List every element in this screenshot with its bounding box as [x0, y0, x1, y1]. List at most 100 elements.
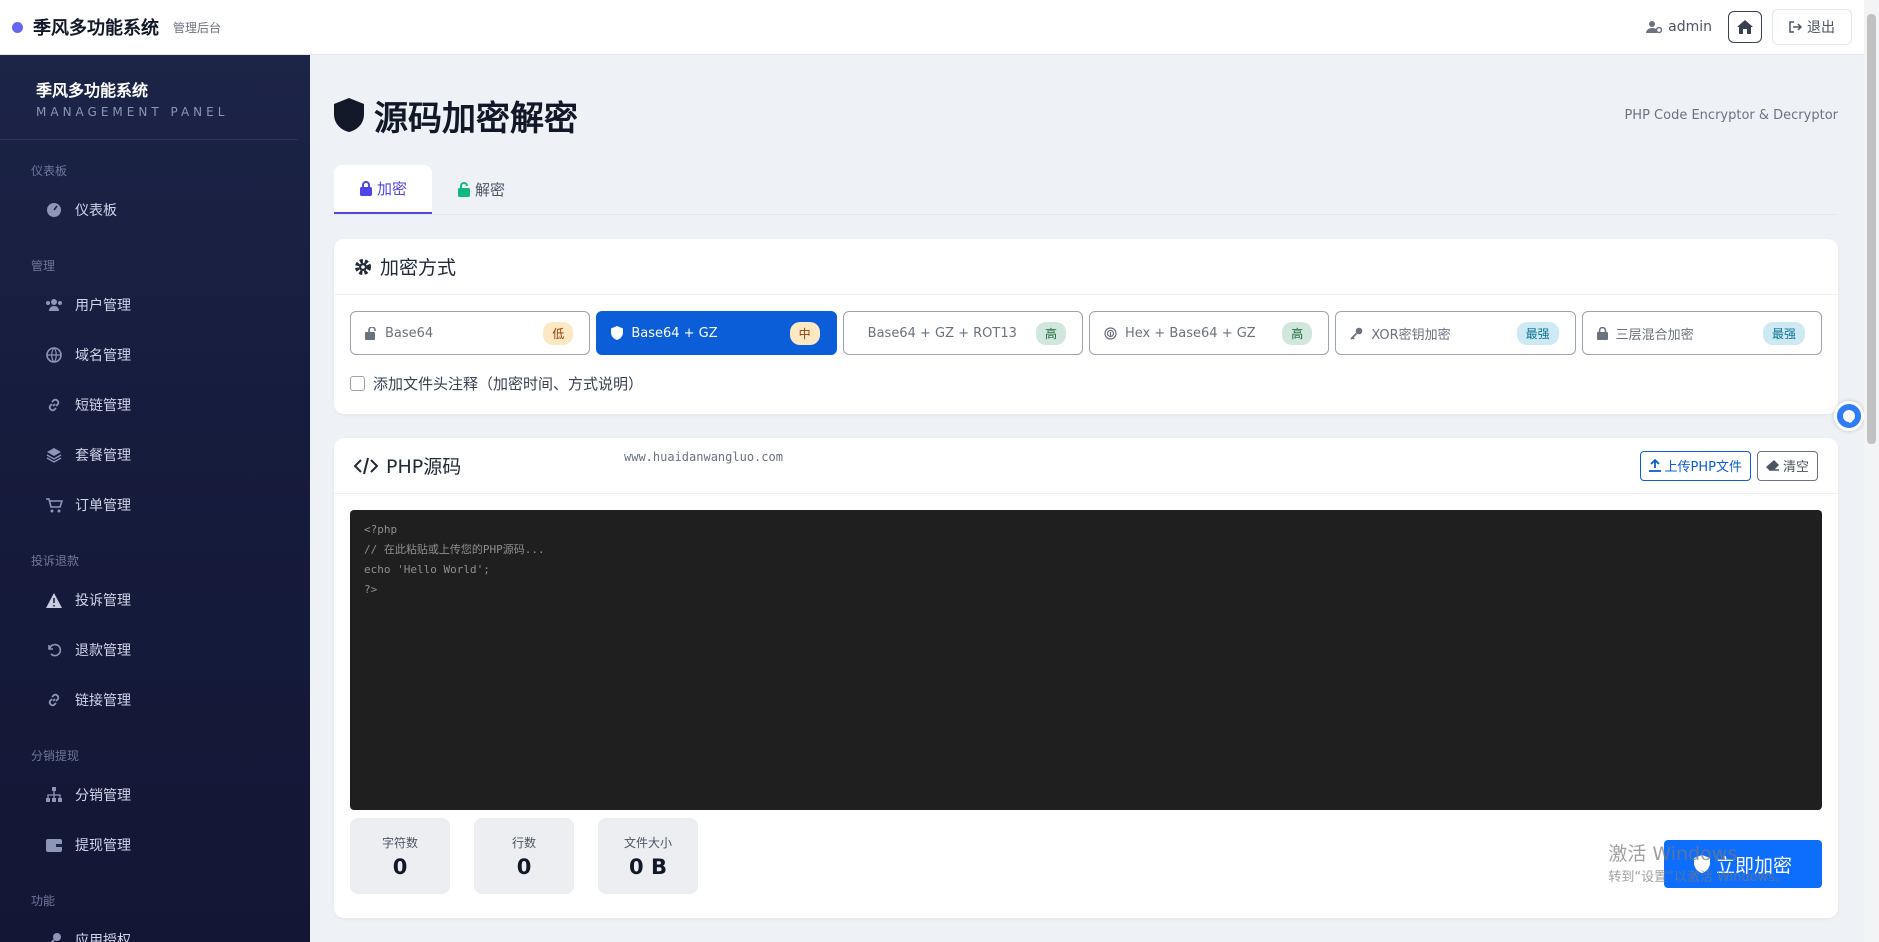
top-bar: 季风多功能系统 管理后台 admin 退出	[0, 0, 1864, 55]
top-right-actions: admin 退出	[1646, 9, 1852, 45]
clear-button[interactable]: 清空	[1756, 450, 1818, 481]
sidebar-item-distribution[interactable]: 分销管理	[0, 770, 310, 820]
sidebar-item-withdrawals[interactable]: 提现管理	[0, 820, 310, 870]
eraser-icon	[1765, 460, 1779, 471]
sidebar-item-domains[interactable]: 域名管理	[0, 330, 310, 380]
header-comment-checkbox[interactable]	[350, 376, 365, 391]
brand-dot	[12, 21, 23, 33]
sidebar-item-label: 域名管理	[75, 348, 131, 364]
undo-icon	[45, 641, 63, 659]
scrollbar-thumb[interactable]	[1867, 14, 1876, 444]
key-icon	[1350, 327, 1363, 340]
sidebar-item-label: 分销管理	[75, 788, 131, 804]
stat-value: 0 B	[629, 854, 667, 879]
layers-icon	[45, 446, 63, 464]
strength-badge: 高	[1282, 321, 1313, 345]
sidebar-item-label: 投诉管理	[75, 593, 131, 609]
cart-icon	[45, 496, 63, 514]
sidebar-item-label: 订单管理	[75, 498, 131, 514]
user-cog-icon	[1646, 21, 1663, 34]
php-code-editor[interactable]: <?php // 在此粘贴或上传您的PHP源码... echo 'Hello W…	[350, 510, 1822, 810]
php-source-card: PHP源码 www.huaidanwangluo.com 上传PHP文件 清空 …	[334, 438, 1838, 918]
user-menu[interactable]: admin	[1646, 19, 1712, 35]
lock-icon	[359, 181, 372, 196]
method-xor-key[interactable]: XOR密钥加密 最强	[1335, 311, 1576, 355]
method-hex-base64-gz[interactable]: Hex + Base64 + GZ 高	[1088, 311, 1330, 355]
sidebar-item-label: 套餐管理	[75, 448, 131, 464]
method-label: Base64 + GZ	[631, 325, 718, 341]
sidebar-group-complaints: 投诉退款	[31, 554, 80, 568]
sidebar-item-users[interactable]: 用户管理	[0, 280, 310, 330]
key-icon	[45, 931, 63, 942]
watermark-url: www.huaidanwangluo.com	[624, 450, 783, 464]
source-actions: 上传PHP文件 清空	[1639, 450, 1818, 481]
file-size-stat: 文件大小 0 B	[598, 818, 698, 894]
sidebar-brand: 季风多功能系统 MANAGEMENT PANEL	[0, 55, 298, 140]
upload-icon	[1648, 459, 1661, 472]
card-header: 加密方式	[334, 239, 1838, 295]
username: admin	[1668, 19, 1712, 35]
gauge-icon	[45, 201, 63, 219]
strength-badge: 最强	[1762, 321, 1805, 345]
windows-activation-watermark: 激活 Windows 转到“设置”以激活 Windows。	[1608, 842, 1788, 890]
tab-encrypt-label: 加密	[376, 180, 407, 198]
card-title: PHP源码	[386, 456, 462, 478]
method-label: Base64	[385, 325, 434, 341]
stat-value: 0	[516, 854, 532, 879]
sidebar-item-links[interactable]: 链接管理	[0, 675, 310, 725]
stat-value: 0	[392, 854, 408, 879]
card-title: 加密方式	[380, 257, 457, 279]
strength-badge: 最强	[1516, 321, 1559, 345]
sidebar-item-complaints[interactable]: 投诉管理	[0, 575, 310, 625]
sidebar-brand-subtitle: MANAGEMENT PANEL	[36, 105, 229, 119]
link-icon	[45, 396, 63, 414]
page-subtitle: PHP Code Encryptor & Decryptor	[1624, 107, 1838, 123]
gear-icon	[355, 258, 371, 275]
sitemap-icon	[45, 786, 63, 804]
tab-encrypt[interactable]: 加密	[334, 165, 432, 214]
sidebar-item-refunds[interactable]: 退款管理	[0, 625, 310, 675]
strength-badge: 中	[789, 321, 820, 345]
sidebar: 季风多功能系统 MANAGEMENT PANEL 仪表板 仪表板 管理 用户管理…	[0, 55, 310, 942]
sidebar-item-label: 用户管理	[75, 298, 131, 314]
strength-badge: 低	[543, 321, 574, 345]
users-icon	[45, 296, 63, 314]
clear-label: 清空	[1782, 460, 1809, 475]
sidebar-item-plans[interactable]: 套餐管理	[0, 430, 310, 480]
method-triple-layer[interactable]: 三层混合加密 最强	[1581, 311, 1822, 355]
header-comment-option[interactable]: 添加文件头注释（加密时间、方式说明）	[334, 367, 1838, 414]
sidebar-item-dashboard[interactable]: 仪表板	[0, 185, 310, 235]
sidebar-item-shortlinks[interactable]: 短链管理	[0, 380, 310, 430]
sidebar-item-label: 提现管理	[75, 838, 131, 854]
chat-icon	[1843, 410, 1855, 423]
shield-icon	[611, 326, 624, 340]
sidebar-item-label: 退款管理	[75, 643, 131, 659]
globe-icon	[45, 346, 63, 364]
method-list: Base64 低 Base64 + GZ 中 Base64 + GZ + ROT…	[334, 295, 1838, 367]
upload-php-button[interactable]: 上传PHP文件	[1639, 450, 1751, 481]
home-button[interactable]	[1728, 11, 1762, 43]
logout-button[interactable]: 退出	[1772, 9, 1852, 45]
chat-bubble-button[interactable]	[1834, 401, 1864, 431]
stat-label: 字符数	[381, 835, 418, 850]
home-icon	[1737, 20, 1753, 34]
stat-label: 行数	[511, 835, 536, 850]
method-label: Hex + Base64 + GZ	[1124, 325, 1256, 341]
page-scrollbar[interactable]	[1864, 0, 1879, 942]
method-base64-gz-rot13[interactable]: Base64 + GZ + ROT13 高	[842, 311, 1083, 355]
logout-icon	[1789, 21, 1802, 33]
wallet-icon	[45, 836, 63, 854]
method-label: Base64 + GZ + ROT13	[867, 325, 1017, 341]
sidebar-item-app-license[interactable]: 应用授权	[0, 915, 310, 942]
main-content: 源码加密解密 PHP Code Encryptor & Decryptor 加密…	[334, 55, 1838, 918]
sidebar-group-distribution: 分销提现	[31, 749, 80, 763]
strength-badge: 高	[1035, 321, 1066, 345]
brand-title: 季风多功能系统	[33, 18, 159, 39]
logout-label: 退出	[1807, 20, 1835, 36]
lock-icon	[1596, 326, 1608, 340]
sidebar-item-orders[interactable]: 订单管理	[0, 480, 310, 530]
tab-decrypt[interactable]: 解密	[432, 165, 530, 214]
sidebar-item-label: 链接管理	[75, 693, 131, 709]
method-base64[interactable]: Base64 低	[350, 311, 591, 355]
method-base64-gz[interactable]: Base64 + GZ 中	[596, 311, 837, 355]
